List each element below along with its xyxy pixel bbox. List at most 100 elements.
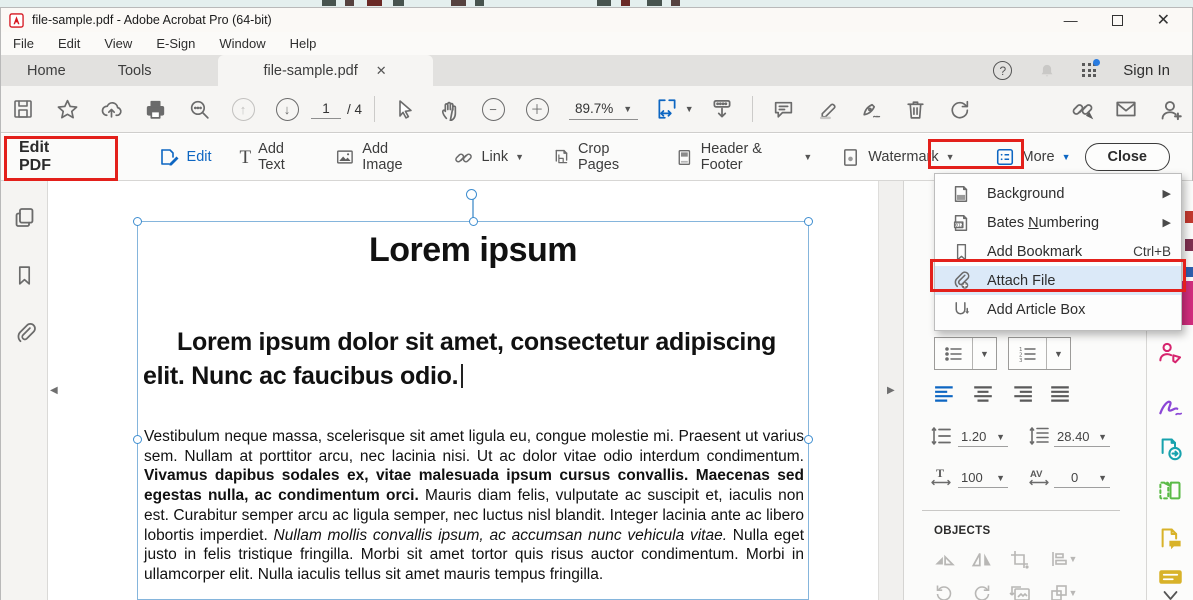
app-grid-icon[interactable] bbox=[1082, 63, 1097, 78]
flip-vertical-button[interactable] bbox=[930, 547, 958, 571]
profile-button[interactable] bbox=[1148, 97, 1192, 122]
header-footer-button[interactable]: Header & Footer ▼ bbox=[675, 141, 812, 173]
crop-pages-button[interactable]: Crop Pages bbox=[552, 141, 647, 173]
replace-image-button[interactable] bbox=[1006, 581, 1034, 600]
highlighter-icon bbox=[816, 98, 839, 121]
horizontal-scale-select[interactable]: 100▼ bbox=[958, 468, 1008, 488]
more-menu-button[interactable]: More ▼ bbox=[995, 147, 1071, 167]
crop-object-button[interactable] bbox=[1006, 547, 1034, 571]
menu-item-add-bookmark[interactable]: Add Bookmark Ctrl+B bbox=[935, 237, 1181, 266]
hand-tool-button[interactable] bbox=[427, 86, 471, 132]
menu-window[interactable]: Window bbox=[219, 36, 265, 51]
sticky-note-tool-button[interactable] bbox=[1157, 569, 1184, 585]
menu-item-bates-numbering[interactable]: 012 Bates Numbering ▶ bbox=[935, 208, 1181, 237]
bookmarks-panel-button[interactable] bbox=[1, 253, 48, 297]
sign-button[interactable] bbox=[849, 86, 893, 132]
page-number-input[interactable]: 1 bbox=[311, 99, 341, 119]
numbered-list-button-group[interactable]: 123 ▼ bbox=[1008, 337, 1071, 370]
resize-handle-top-left[interactable] bbox=[133, 217, 142, 226]
trash-icon bbox=[904, 98, 927, 121]
print-button[interactable] bbox=[133, 86, 177, 132]
menu-file[interactable]: File bbox=[13, 36, 34, 51]
bullet-list-options-caret[interactable]: ▼ bbox=[972, 338, 996, 369]
more-tools-chevron-icon[interactable] bbox=[1157, 589, 1184, 600]
align-justify-button[interactable] bbox=[1047, 383, 1073, 405]
maximize-button[interactable] bbox=[1112, 15, 1123, 26]
bullet-list-icon[interactable] bbox=[935, 338, 972, 369]
panel-splitter[interactable]: ▶ bbox=[878, 181, 904, 600]
search-button[interactable] bbox=[177, 86, 221, 132]
arrange-objects-button[interactable]: ▼ bbox=[1044, 581, 1082, 600]
fill-and-sign-tool-button[interactable] bbox=[1157, 339, 1184, 366]
export-pdf-tool-button[interactable] bbox=[1157, 435, 1184, 462]
link-menu-button[interactable]: Link ▼ bbox=[453, 147, 524, 168]
flip-horizontal-button[interactable] bbox=[968, 547, 996, 571]
resize-handle-top-right[interactable] bbox=[804, 217, 813, 226]
star-button[interactable] bbox=[45, 86, 89, 132]
close-window-button[interactable]: ✕ bbox=[1157, 10, 1170, 30]
request-signatures-tool-button[interactable] bbox=[1157, 393, 1184, 420]
zoom-out-button[interactable]: − bbox=[471, 86, 515, 132]
document-heading: Lorem ipsum dolor sit amet, consectetur … bbox=[143, 325, 805, 393]
menu-item-background[interactable]: Background ▶ bbox=[935, 179, 1181, 208]
numbered-list-icon[interactable]: 123 bbox=[1009, 338, 1046, 369]
page-thumbnails-button[interactable] bbox=[1, 195, 48, 239]
line-spacing-select[interactable]: 1.20▼ bbox=[958, 427, 1008, 447]
character-spacing-icon: AV bbox=[1026, 465, 1052, 487]
numbered-list-options-caret[interactable]: ▼ bbox=[1046, 338, 1070, 369]
comments-tool-button[interactable] bbox=[1157, 525, 1184, 552]
menu-edit[interactable]: Edit bbox=[58, 36, 80, 51]
menu-esign[interactable]: E-Sign bbox=[156, 36, 195, 51]
collapse-left-panel-icon[interactable]: ◀ bbox=[50, 385, 58, 396]
page-display-button[interactable] bbox=[700, 86, 744, 132]
tab-close-icon[interactable]: ✕ bbox=[376, 63, 387, 79]
minimize-button[interactable]: — bbox=[1064, 12, 1078, 28]
rotate-counterclockwise-button[interactable] bbox=[930, 581, 958, 600]
document-canvas[interactable]: Lorem ipsum Lorem ipsum dolor sit amet, … bbox=[49, 181, 878, 600]
add-text-button[interactable]: T Add Text bbox=[240, 141, 308, 173]
share-button[interactable] bbox=[89, 86, 133, 132]
rotate-clockwise-object-button[interactable] bbox=[968, 581, 996, 600]
align-left-button[interactable] bbox=[932, 383, 958, 405]
tab-home[interactable]: Home bbox=[1, 55, 92, 86]
menu-item-add-article-box[interactable]: Add Article Box bbox=[935, 295, 1181, 324]
align-objects-button[interactable]: ▼ bbox=[1044, 547, 1082, 571]
attachments-panel-button[interactable] bbox=[1, 311, 48, 355]
comment-button[interactable] bbox=[761, 86, 805, 132]
resize-handle-top-center[interactable] bbox=[469, 217, 478, 226]
align-right-button[interactable] bbox=[1009, 383, 1035, 405]
watermark-button[interactable]: Watermark ▼ bbox=[840, 147, 954, 168]
expand-right-panel-icon[interactable]: ▶ bbox=[887, 385, 895, 396]
notifications-bell-icon[interactable] bbox=[1038, 62, 1056, 80]
character-spacing-select[interactable]: 0▼ bbox=[1054, 468, 1110, 488]
close-tool-button[interactable]: Close bbox=[1085, 143, 1171, 171]
menu-help[interactable]: Help bbox=[290, 36, 317, 51]
bullet-list-button-group[interactable]: ▼ bbox=[934, 337, 997, 370]
resize-handle-mid-left[interactable] bbox=[133, 435, 142, 444]
previous-page-button[interactable]: ↑ bbox=[221, 86, 265, 132]
resize-handle-mid-right[interactable] bbox=[804, 435, 813, 444]
select-tool-button[interactable] bbox=[383, 86, 427, 132]
add-image-button[interactable]: Add Image bbox=[335, 141, 425, 173]
help-icon[interactable]: ? bbox=[993, 61, 1012, 80]
next-page-button[interactable]: ↓ bbox=[265, 86, 309, 132]
menu-view[interactable]: View bbox=[104, 36, 132, 51]
rotation-handle[interactable] bbox=[466, 189, 477, 200]
edit-mode-button[interactable]: Edit bbox=[158, 146, 212, 168]
sign-in-button[interactable]: Sign In bbox=[1123, 62, 1170, 79]
link-share-button[interactable] bbox=[1060, 97, 1104, 122]
email-button[interactable] bbox=[1104, 97, 1148, 121]
organize-pages-tool-button[interactable] bbox=[1157, 477, 1184, 504]
menu-item-attach-file[interactable]: Attach File bbox=[935, 266, 1181, 295]
paragraph-spacing-select[interactable]: 28.40▼ bbox=[1054, 427, 1110, 447]
tab-document[interactable]: file-sample.pdf ✕ bbox=[218, 55, 433, 86]
delete-button[interactable] bbox=[893, 86, 937, 132]
highlight-button[interactable] bbox=[805, 86, 849, 132]
fit-width-button[interactable]: ▼ bbox=[648, 86, 700, 132]
zoom-in-button[interactable]: ＋ bbox=[515, 86, 559, 132]
align-center-button[interactable] bbox=[970, 383, 996, 405]
tab-tools[interactable]: Tools bbox=[92, 55, 178, 86]
zoom-level-select[interactable]: 89.7% ▼ bbox=[569, 98, 638, 120]
rotate-button[interactable] bbox=[937, 86, 981, 132]
save-button[interactable] bbox=[1, 86, 45, 132]
